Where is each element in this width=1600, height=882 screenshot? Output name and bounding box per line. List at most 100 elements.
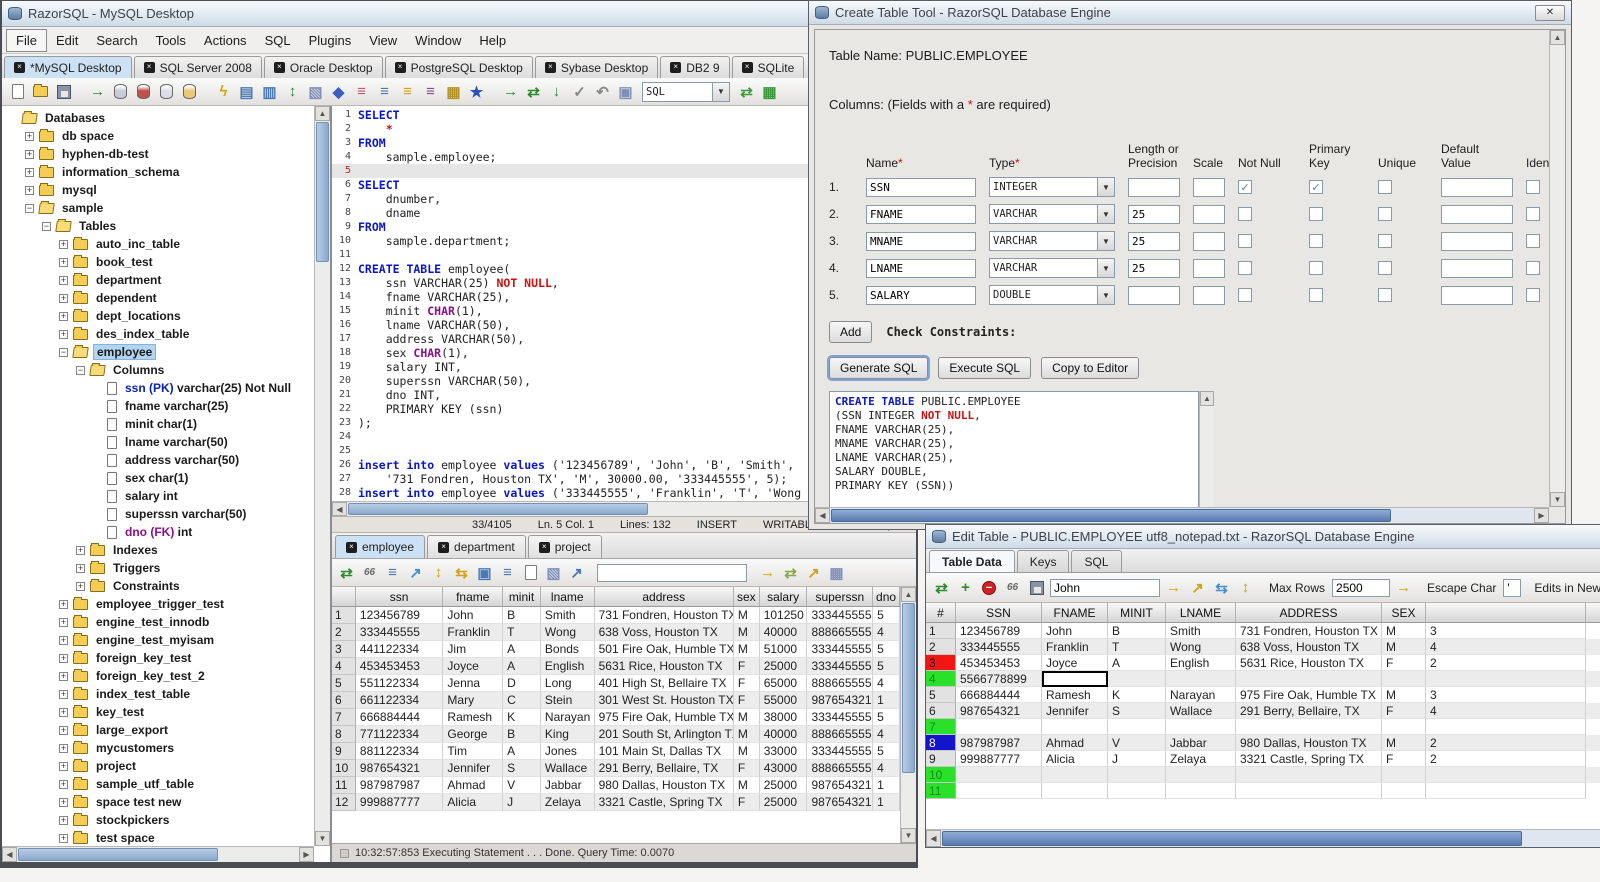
edit-query-icon[interactable]: ↗ — [803, 562, 824, 583]
cell[interactable] — [956, 767, 1042, 783]
unique-checkbox[interactable] — [1378, 207, 1392, 221]
edit-table-row[interactable]: 6 987654321 Jennifer S Wallace 291 Berry, Bel… — [926, 703, 1600, 719]
tree-item-fname-varchar-25[interactable]: fname varchar(25) — [2, 397, 314, 415]
expand-icon[interactable]: + — [59, 311, 68, 321]
cell[interactable]: Ramesh — [1042, 687, 1108, 703]
expand-icon[interactable]: + — [76, 581, 85, 591]
cell[interactable]: 33000 — [759, 743, 808, 760]
tree-item-stockpickers[interactable]: + stockpickers — [2, 811, 314, 829]
scroll-left-icon[interactable]: ◀ — [2, 847, 17, 862]
expand-icon[interactable]: + — [59, 797, 68, 807]
cell[interactable]: F — [733, 794, 760, 811]
scroll-up-icon[interactable]: ▲ — [1550, 30, 1565, 45]
cell[interactable]: 25000 — [759, 658, 808, 675]
expand-icon[interactable]: + — [59, 815, 68, 825]
cell[interactable]: T — [503, 624, 541, 641]
primary-key-checkbox[interactable] — [1309, 261, 1323, 275]
cell[interactable]: 333445555 — [807, 641, 874, 658]
cell[interactable] — [1166, 783, 1236, 799]
edit-column-header-lname[interactable]: LNAME — [1166, 603, 1236, 622]
scroll-thumb[interactable] — [942, 831, 1522, 846]
cell[interactable]: Jennifer — [443, 760, 504, 777]
edit-column-header-partial[interactable] — [1426, 603, 1586, 622]
execute-sql-icon[interactable]: ϟ — [213, 81, 234, 102]
cell[interactable]: 453453453 — [956, 655, 1042, 671]
cell[interactable]: 731 Fondren, Houston TX — [594, 607, 734, 624]
cell[interactable]: Wong — [1166, 639, 1236, 655]
results-row[interactable]: 10 987654321 Jennifer S Wallace 291 Berry, Be… — [332, 760, 900, 777]
page-icon[interactable] — [520, 562, 541, 583]
expand-icon[interactable]: + — [59, 707, 68, 717]
results-row[interactable]: 8 771122334 George B King 201 South St, Arlin… — [332, 726, 900, 743]
tree-item-databases[interactable]: Databases — [2, 109, 314, 127]
sort-icon[interactable]: ↕ — [428, 562, 449, 583]
cell[interactable]: 25000 — [759, 794, 808, 811]
connection-tab-sqlite[interactable]: × SQLite — [731, 56, 805, 78]
edit-table-horizontal-scrollbar[interactable]: ◀ — [926, 829, 1600, 847]
tree-item-sample[interactable]: − sample — [2, 199, 314, 217]
cell[interactable]: Jenna — [443, 675, 504, 692]
paste-icon[interactable]: ▧ — [305, 81, 326, 102]
cell[interactable]: 888665555 — [807, 760, 874, 777]
cell[interactable]: 123456789 — [956, 623, 1042, 639]
cell[interactable]: Jennifer — [1042, 703, 1108, 719]
tree-item-index-test-table[interactable]: + index_test_table — [2, 685, 314, 703]
cell[interactable] — [956, 783, 1042, 799]
tab-close-icon[interactable]: × — [273, 62, 285, 73]
cell[interactable]: K — [503, 709, 541, 726]
expand-icon[interactable]: + — [59, 617, 68, 627]
dropdown-arrow-icon[interactable]: ▼ — [1097, 178, 1114, 196]
column-name-input[interactable] — [866, 177, 976, 197]
connection-tab-db2-9[interactable]: × DB2 9 — [660, 56, 730, 78]
clipboard-icon[interactable]: ▧ — [543, 562, 564, 583]
execute-sql-button[interactable]: Execute SQL — [938, 357, 1032, 379]
cell[interactable]: 5 — [873, 641, 900, 658]
cell[interactable]: 333445555 — [807, 607, 874, 624]
edit-tab-table-data[interactable]: Table Data — [929, 550, 1015, 572]
generate-sql-button[interactable]: Generate SQL — [829, 357, 929, 379]
identity-checkbox[interactable] — [1526, 261, 1540, 275]
cell[interactable]: Jones — [540, 743, 595, 760]
collapse-icon[interactable]: − — [42, 221, 51, 231]
expand-icon[interactable]: + — [59, 761, 68, 771]
connect-profile-icon[interactable] — [110, 81, 131, 102]
tree-item-foreign-key-test-2[interactable]: + foreign_key_test_2 — [2, 667, 314, 685]
cell[interactable] — [1382, 671, 1426, 687]
cell[interactable]: Jabbar — [540, 777, 595, 794]
edit-table-row[interactable]: 4 5566778899 — [926, 671, 1600, 687]
scroll-thumb[interactable] — [18, 848, 218, 861]
cell[interactable]: Ahmad — [1042, 735, 1108, 751]
cell[interactable] — [1042, 719, 1108, 735]
max-rows-go-icon[interactable]: → — [1393, 577, 1414, 598]
aggregate-icon[interactable]: ≡ — [420, 81, 441, 102]
tree-item-information-schema[interactable]: + information_schema — [2, 163, 314, 181]
results-row[interactable]: 11 987987987 Ahmad V Jabbar 980 Dallas, Houst… — [332, 777, 900, 794]
cell[interactable]: 881122334 — [355, 743, 444, 760]
sql-vertical-scrollbar[interactable]: ▲ ▼ — [1199, 391, 1214, 507]
save-edits-icon[interactable] — [1026, 577, 1047, 598]
cell[interactable]: 43000 — [759, 760, 808, 777]
expand-icon[interactable]: + — [25, 131, 34, 141]
tab-close-icon[interactable]: × — [741, 62, 753, 73]
results-column-header-dno[interactable]: dno — [873, 587, 900, 606]
primary-key-checkbox[interactable] — [1309, 288, 1323, 302]
cell[interactable]: 2 — [1426, 751, 1586, 767]
cell[interactable]: 55000 — [759, 692, 808, 709]
length-input[interactable] — [1128, 285, 1180, 305]
identity-checkbox[interactable] — [1526, 207, 1540, 221]
results-row[interactable]: 9 881122334 Tim A Jones 101 Main St, Dallas T… — [332, 743, 900, 760]
tab-close-icon[interactable]: × — [438, 541, 450, 553]
results-row[interactable]: 7 666884444 Ramesh K Narayan 975 Fire Oak, Hu… — [332, 709, 900, 726]
cell[interactable]: Long — [540, 675, 595, 692]
cell[interactable] — [1166, 671, 1236, 687]
identity-checkbox[interactable] — [1526, 288, 1540, 302]
cell[interactable]: 999887777 — [956, 751, 1042, 767]
cell[interactable]: 987654321 — [807, 777, 874, 794]
cell[interactable]: C — [503, 692, 541, 709]
results-column-header-address[interactable]: address — [595, 587, 734, 606]
cell[interactable]: F — [733, 760, 760, 777]
cell[interactable]: F — [1382, 703, 1426, 719]
cell[interactable]: M — [733, 743, 760, 760]
cell[interactable]: Smith — [1166, 623, 1236, 639]
cell[interactable]: 123456789 — [355, 607, 444, 624]
